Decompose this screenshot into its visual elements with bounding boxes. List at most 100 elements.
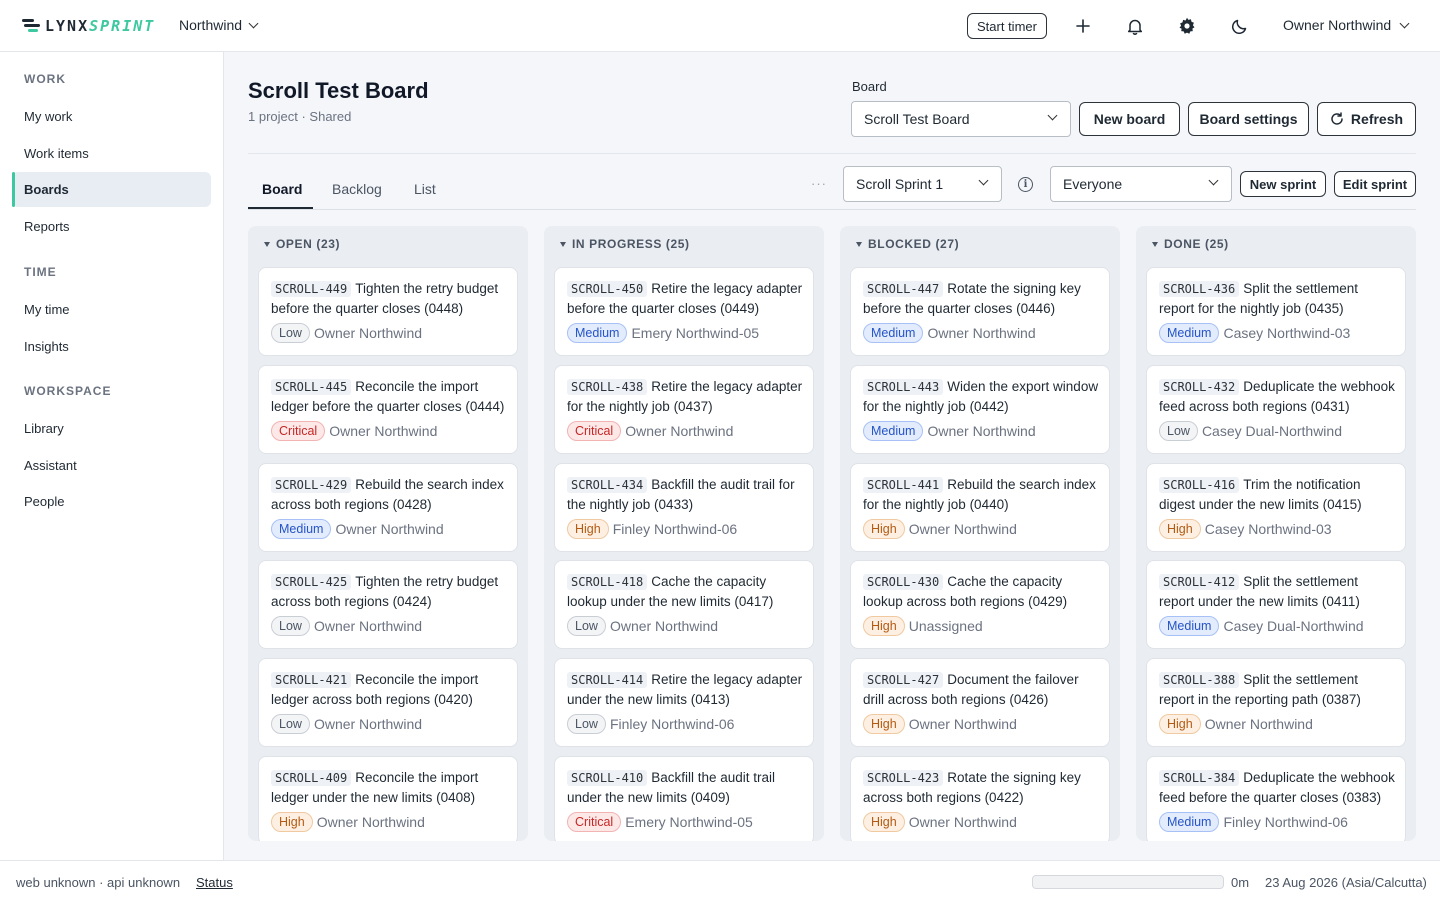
- sidebar-item-reports[interactable]: Reports: [12, 209, 211, 244]
- work-item-card[interactable]: SCROLL-425 Tighten the retry budget acros…: [258, 560, 518, 650]
- work-item-card[interactable]: SCROLL-429 Rebuild the search index acros…: [258, 462, 518, 552]
- work-item-card[interactable]: SCROLL-412 Split the settlement report un…: [1146, 560, 1406, 650]
- sidebar-item-assistant[interactable]: Assistant: [12, 448, 211, 483]
- work-item-card[interactable]: SCROLL-423 Rotate the signing key across …: [850, 756, 1110, 841]
- card-title: SCROLL-443 Widen the export window for th…: [863, 377, 1099, 416]
- column-header[interactable]: IN PROGRESS (25): [560, 237, 690, 251]
- board-settings-button[interactable]: Board settings: [1188, 102, 1309, 136]
- card-key: SCROLL-434: [567, 476, 648, 493]
- card-key: SCROLL-414: [567, 672, 648, 689]
- user-menu[interactable]: Owner Northwind: [1283, 17, 1410, 33]
- card-key: SCROLL-443: [863, 378, 944, 395]
- new-board-button[interactable]: New board: [1079, 102, 1180, 136]
- sidebar-item-library[interactable]: Library: [12, 411, 211, 446]
- plus-icon[interactable]: [1071, 14, 1095, 38]
- assignee-filter-select[interactable]: Everyone: [1050, 166, 1232, 202]
- work-item-card[interactable]: SCROLL-418 Cache the capacity lookup unde…: [554, 560, 814, 650]
- sidebar-item-label: My time: [24, 302, 70, 317]
- work-item-card[interactable]: SCROLL-438 Retire the legacy adapter for …: [554, 364, 814, 454]
- sidebar-item-work-items[interactable]: Work items: [12, 136, 211, 171]
- work-item-card[interactable]: SCROLL-445 Reconcile the import ledger be…: [258, 364, 518, 454]
- priority-badge: High: [1159, 714, 1201, 735]
- user-name: Owner Northwind: [1283, 17, 1392, 33]
- sidebar-item-boards[interactable]: Boards: [12, 172, 211, 207]
- card-key: SCROLL-412: [1159, 574, 1240, 591]
- priority-badge: Medium: [863, 323, 924, 343]
- app-logo[interactable]: LYNXSPRINT: [22, 17, 155, 35]
- tab-list[interactable]: List: [414, 181, 436, 197]
- card-meta: Medium Owner Northwind: [863, 323, 1036, 343]
- board-select[interactable]: Scroll Test Board: [851, 101, 1071, 137]
- top-bar: LYNXSPRINT Northwind Start timer Owner N…: [0, 0, 1440, 52]
- card-assignee: Finley Northwind-06: [612, 520, 738, 537]
- work-item-card[interactable]: SCROLL-434 Backfill the audit trail for t…: [554, 462, 814, 552]
- priority-badge: Critical: [271, 420, 326, 441]
- refresh-icon: [1331, 112, 1343, 125]
- refresh-button[interactable]: Refresh: [1317, 102, 1416, 136]
- work-item-card[interactable]: SCROLL-447 Rotate the signing key before …: [850, 267, 1110, 356]
- card-assignee: Casey Northwind-03: [1204, 520, 1332, 537]
- card-key: SCROLL-429: [271, 476, 352, 493]
- column-header[interactable]: BLOCKED (27): [856, 237, 959, 251]
- work-item-card[interactable]: SCROLL-450 Retire the legacy adapter befo…: [554, 267, 814, 356]
- card-assignee: Owner Northwind: [625, 422, 734, 439]
- work-item-card[interactable]: SCROLL-414 Retire the legacy adapter unde…: [554, 658, 814, 748]
- card-assignee: Owner Northwind: [313, 618, 423, 635]
- info-icon[interactable]: i: [1018, 177, 1033, 192]
- page-title: Scroll Test Board: [248, 78, 429, 103]
- sidebar-item-label: Assistant: [24, 457, 77, 473]
- work-item-card[interactable]: SCROLL-443 Widen the export window for th…: [850, 364, 1110, 454]
- work-item-card[interactable]: SCROLL-388 Split the settlement report in…: [1146, 658, 1406, 748]
- tab-board[interactable]: Board: [262, 181, 302, 197]
- priority-badge: Critical: [567, 812, 622, 832]
- moon-icon[interactable]: [1227, 14, 1251, 38]
- tab-backlog[interactable]: Backlog: [332, 181, 382, 197]
- current-date: 23 Aug 2026 (Asia/Calcutta): [1265, 875, 1427, 890]
- card-assignee: Owner Northwind: [335, 520, 444, 537]
- workspace-name: Northwind: [179, 17, 243, 33]
- work-item-card[interactable]: SCROLL-410 Backfill the audit trail under…: [554, 756, 814, 841]
- workspace-switcher[interactable]: Northwind: [179, 17, 259, 33]
- gear-icon[interactable]: [1175, 14, 1199, 38]
- collapse-caret-icon: [1152, 241, 1158, 247]
- card-meta: Medium Finley Northwind-06: [1159, 812, 1348, 832]
- sprint-select[interactable]: Scroll Sprint 1: [843, 166, 1002, 202]
- priority-badge: High: [863, 518, 905, 539]
- work-item-card[interactable]: SCROLL-416 Trim the notification digest u…: [1146, 462, 1406, 552]
- work-item-card[interactable]: SCROLL-436 Split the settlement report fo…: [1146, 267, 1406, 356]
- card-meta: Medium Owner Northwind: [271, 518, 444, 539]
- card-meta: Medium Casey Dual-Northwind: [1159, 616, 1364, 637]
- card-assignee: Owner Northwind: [927, 422, 1036, 439]
- start-timer-button[interactable]: Start timer: [967, 13, 1047, 39]
- work-item-card[interactable]: SCROLL-409 Reconcile the import ledger un…: [258, 756, 518, 841]
- sidebar-item-my-time[interactable]: My time: [12, 292, 211, 327]
- sidebar-item-my-work[interactable]: My work: [12, 99, 211, 134]
- work-item-card[interactable]: SCROLL-421 Reconcile the import ledger ac…: [258, 658, 518, 748]
- card-meta: Low Owner Northwind: [567, 616, 719, 637]
- card-title: SCROLL-445 Reconcile the import ledger be…: [271, 377, 507, 416]
- sidebar-item-insights[interactable]: Insights: [12, 329, 211, 364]
- board-column: IN PROGRESS (25) SCROLL-450 Retire the leg…: [544, 226, 824, 841]
- card-assignee: Owner Northwind: [609, 618, 719, 635]
- card-title: SCROLL-438 Retire the legacy adapter for …: [567, 377, 803, 416]
- work-item-card[interactable]: SCROLL-384 Deduplicate the webhook feed b…: [1146, 756, 1406, 841]
- status-link[interactable]: Status: [196, 875, 233, 890]
- edit-sprint-button[interactable]: Edit sprint: [1334, 171, 1416, 197]
- sidebar-item-people[interactable]: People: [12, 484, 211, 519]
- work-item-card[interactable]: SCROLL-427 Document the failover drill ac…: [850, 658, 1110, 748]
- column-header[interactable]: OPEN (23): [264, 237, 340, 251]
- work-item-card[interactable]: SCROLL-441 Rebuild the search index for t…: [850, 462, 1110, 552]
- card-assignee: Emery Northwind-05: [631, 325, 760, 341]
- card-assignee: Unassigned: [908, 618, 983, 635]
- more-options-icon[interactable]: ···: [811, 176, 827, 191]
- work-item-card[interactable]: SCROLL-432 Deduplicate the webhook feed a…: [1146, 364, 1406, 454]
- new-sprint-button[interactable]: New sprint: [1240, 171, 1326, 197]
- chevron-down-icon: [1047, 110, 1058, 121]
- board-column: BLOCKED (27) SCROLL-447 Rotate the signing…: [840, 226, 1120, 841]
- work-item-card[interactable]: SCROLL-449 Tighten the retry budget befor…: [258, 267, 518, 356]
- bell-icon[interactable]: [1123, 14, 1147, 38]
- card-key: SCROLL-430: [863, 574, 944, 591]
- work-item-card[interactable]: SCROLL-430 Cache the capacity lookup acro…: [850, 560, 1110, 650]
- column-header[interactable]: DONE (25): [1152, 237, 1229, 251]
- priority-badge: High: [271, 812, 313, 832]
